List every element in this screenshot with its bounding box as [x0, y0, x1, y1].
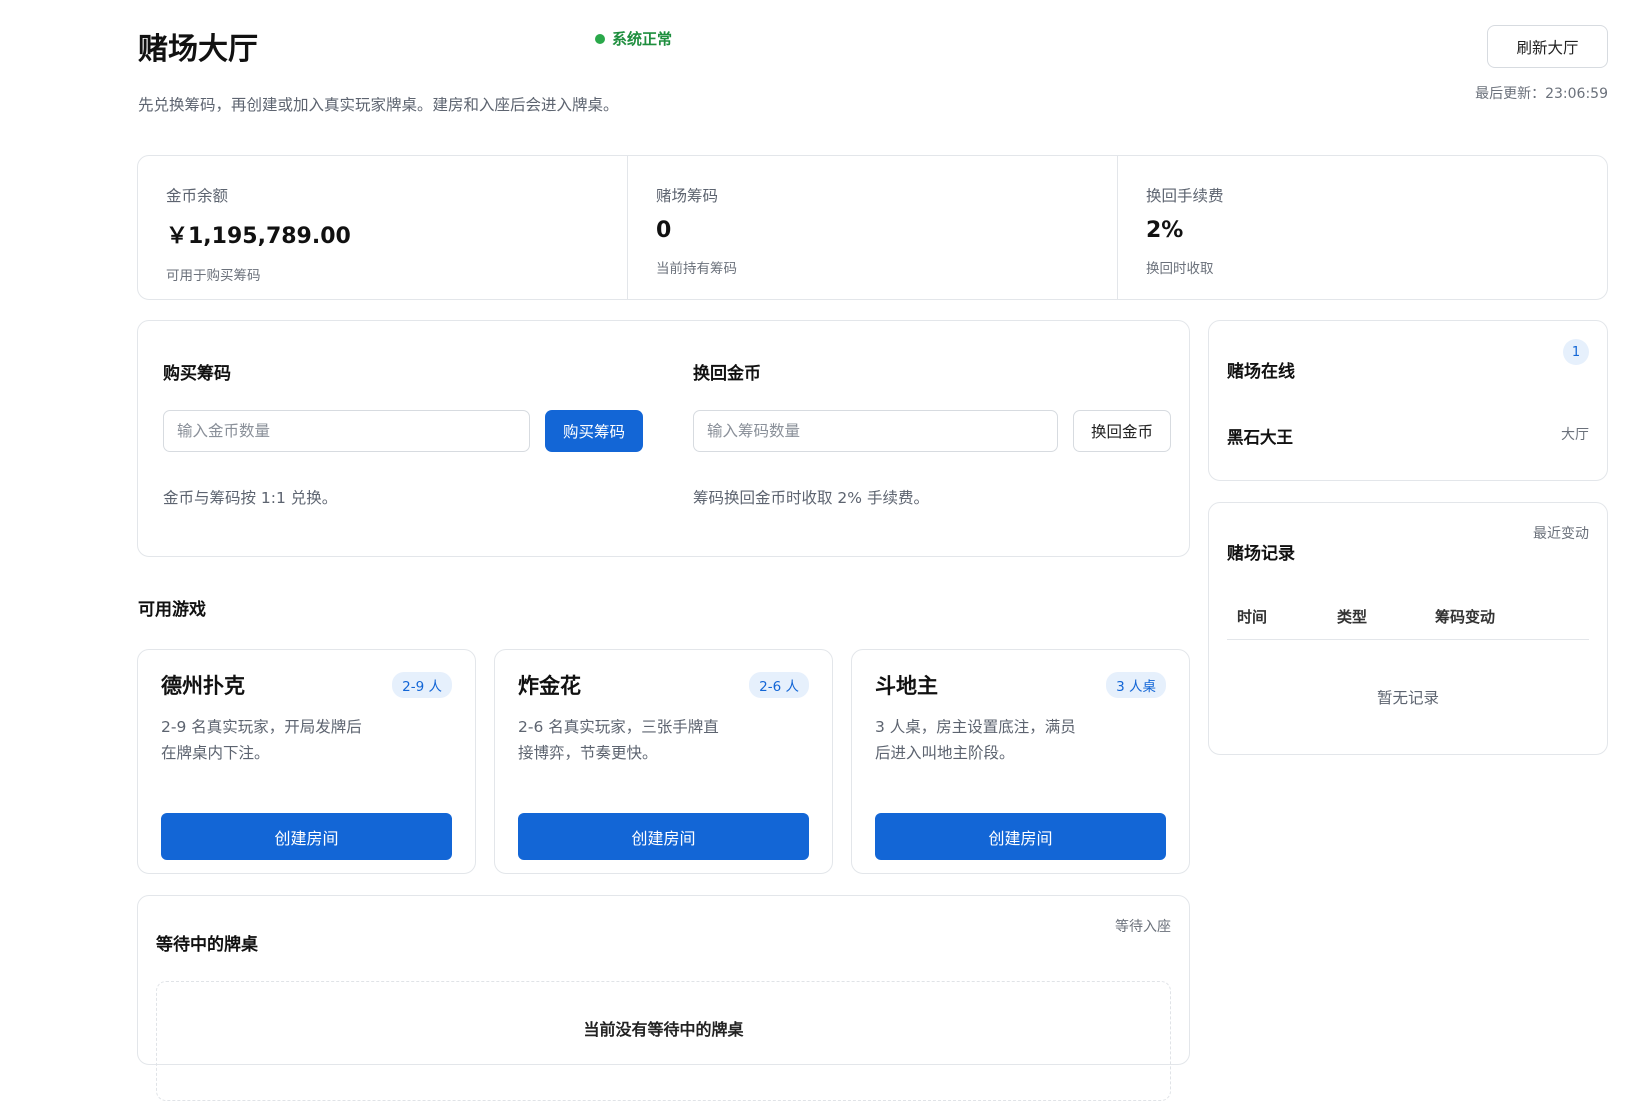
game-name: 斗地主 [875, 674, 938, 698]
records-table-header: 时间 类型 筹码变动 [1227, 606, 1589, 640]
redeem-gold-title: 换回金币 [693, 364, 761, 384]
online-count-badge: 1 [1563, 339, 1589, 365]
stat-value: ￥1,195,789.00 [166, 224, 351, 249]
online-user-location: 大厅 [1561, 427, 1589, 443]
stat-hint: 换回时收取 [1146, 261, 1214, 277]
records-panel: 赌场记录 最近变动 时间 类型 筹码变动 暂无记录 [1208, 502, 1608, 755]
redeem-note: 筹码换回金币时收取 2% 手续费。 [693, 489, 929, 507]
online-user-name: 黑石大王 [1227, 428, 1293, 447]
waiting-tables-caption: 等待入座 [1115, 919, 1171, 935]
stat-label: 金币余额 [166, 187, 229, 205]
create-room-button[interactable]: 创建房间 [518, 813, 809, 860]
game-card-zhajinhua: 炸金花 2-6 人 2-6 名真实玩家，三张手牌直接博弈，节奏更快。 创建房间 [494, 649, 833, 874]
game-name: 德州扑克 [161, 674, 245, 698]
player-count-badge: 2-9 人 [392, 672, 452, 698]
player-count-badge: 2-6 人 [749, 672, 809, 698]
column-header-type: 类型 [1337, 608, 1368, 626]
game-description: 2-9 名真实玩家，开局发牌后在牌桌内下注。 [161, 718, 362, 762]
redeem-gold-button[interactable]: 换回金币 [1073, 410, 1171, 452]
buy-chips-title: 购买筹码 [163, 364, 231, 384]
game-card-doudizhu: 斗地主 3 人桌 3 人桌，房主设置底注，满员后进入叫地主阶段。 创建房间 [851, 649, 1190, 874]
stat-value: 0 [656, 218, 672, 243]
buy-note: 金币与筹码按 1:1 兑换。 [163, 489, 338, 507]
online-panel: 赌场在线 1 黑石大王 大厅 [1208, 320, 1608, 481]
online-title: 赌场在线 [1227, 362, 1295, 382]
column-header-chip-change: 筹码变动 [1435, 608, 1496, 626]
available-games-title: 可用游戏 [138, 600, 206, 620]
redeem-amount-input[interactable] [693, 410, 1058, 452]
exchange-panel: 购买筹码 购买筹码 金币与筹码按 1:1 兑换。 换回金币 换回金币 筹码换回金… [137, 320, 1190, 557]
status-dot-icon [595, 33, 605, 44]
buy-chips-section: 购买筹码 购买筹码 金币与筹码按 1:1 兑换。 [138, 321, 668, 556]
player-count-badge: 3 人桌 [1106, 672, 1166, 698]
page-title: 赌场大厅 [138, 32, 258, 67]
stat-label: 换回手续费 [1146, 187, 1224, 205]
game-description: 2-6 名真实玩家，三张手牌直接博弈，节奏更快。 [518, 718, 719, 762]
stat-gold-balance: 金币余额 ￥1,195,789.00 可用于购买筹码 [138, 156, 628, 299]
game-description: 3 人桌，房主设置底注，满员后进入叫地主阶段。 [875, 718, 1076, 762]
create-room-button[interactable]: 创建房间 [161, 813, 452, 860]
stat-label: 赌场筹码 [656, 187, 719, 205]
game-card-texas-holdem: 德州扑克 2-9 人 2-9 名真实玩家，开局发牌后在牌桌内下注。 创建房间 [137, 649, 476, 874]
create-room-button[interactable]: 创建房间 [875, 813, 1166, 860]
last-update-time: 最后更新：23:06:59 [1475, 86, 1608, 102]
stat-redeem-fee: 换回手续费 2% 换回时收取 [1118, 156, 1607, 299]
waiting-tables-empty: 当前没有等待中的牌桌 [156, 981, 1171, 1101]
status-text: 系统正常 [612, 30, 673, 48]
page-subtitle: 先兑换筹码，再创建或加入真实玩家牌桌。建房和入座后会进入牌桌。 [138, 96, 619, 114]
stat-value: 2% [1146, 218, 1184, 243]
waiting-tables-panel: 等待中的牌桌 等待入座 当前没有等待中的牌桌 [137, 895, 1190, 1101]
records-empty: 暂无记录 [1376, 689, 1439, 707]
stats-panel: 金币余额 ￥1,195,789.00 可用于购买筹码 赌场筹码 0 当前持有筹码… [137, 155, 1608, 300]
online-user-item: 黑石大王 大厅 [1227, 424, 1589, 448]
records-caption: 最近变动 [1533, 526, 1589, 542]
stat-casino-chips: 赌场筹码 0 当前持有筹码 [628, 156, 1118, 299]
game-name: 炸金花 [518, 674, 581, 698]
refresh-lobby-button[interactable]: 刷新大厅 [1487, 25, 1608, 68]
buy-chips-button[interactable]: 购买筹码 [545, 410, 643, 452]
stat-hint: 可用于购买筹码 [166, 268, 261, 284]
waiting-tables-title: 等待中的牌桌 [156, 935, 258, 955]
buy-amount-input[interactable] [163, 410, 530, 452]
system-status: 系统正常 [595, 28, 672, 49]
column-header-time: 时间 [1237, 608, 1268, 626]
stat-hint: 当前持有筹码 [656, 261, 737, 277]
redeem-gold-section: 换回金币 换回金币 筹码换回金币时收取 2% 手续费。 [668, 321, 1196, 556]
